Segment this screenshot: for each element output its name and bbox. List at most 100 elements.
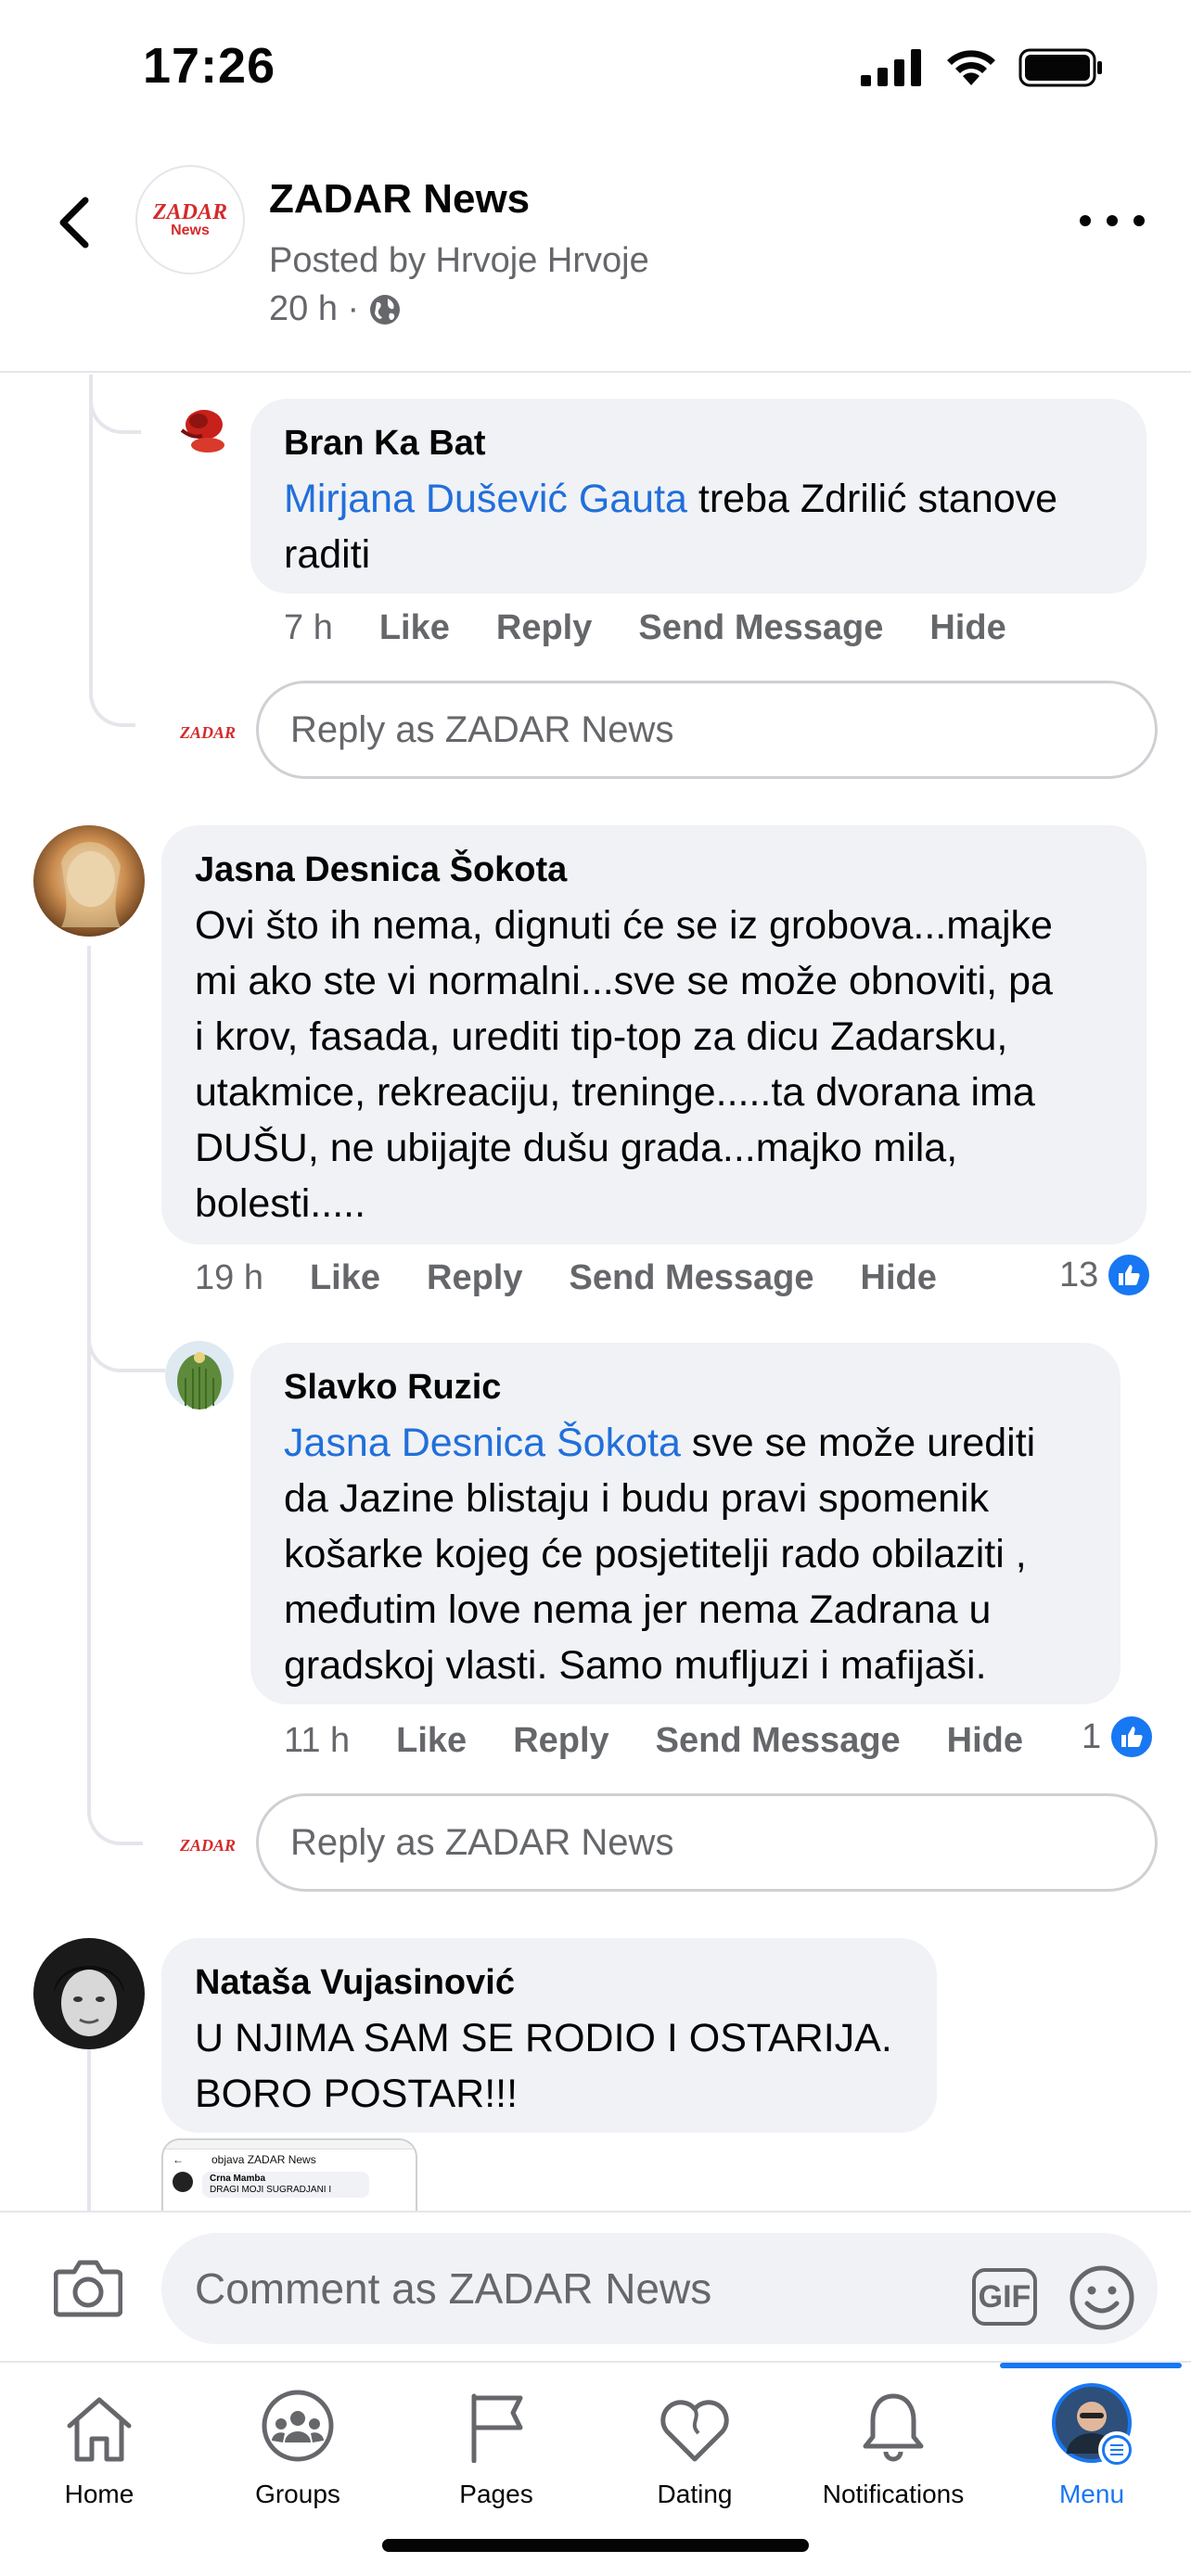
mention-link[interactable]: Mirjana Dušević Gauta xyxy=(284,477,687,521)
comment-text: U NJIMA SAM SE RODIO I OSTARIJA. BORO PO… xyxy=(195,2010,903,2122)
comment-text: Mirjana Dušević Gauta treba Zdrilić stan… xyxy=(284,471,1113,582)
comment-author[interactable]: Slavko Ruzic xyxy=(284,1365,1087,1409)
gif-button[interactable]: GIF xyxy=(972,2268,1037,2326)
comment-bubble[interactable]: Slavko Ruzic Jasna Desnica Šokota sve se… xyxy=(250,1343,1121,1704)
comment-bubble[interactable]: Nataša Vujasinović U NJIMA SAM SE RODIO … xyxy=(161,1938,937,2133)
profile-photo xyxy=(33,825,145,937)
send-message-button[interactable]: Send Message xyxy=(656,1721,901,1761)
comment-author[interactable]: Jasna Desnica Šokota xyxy=(195,848,1113,892)
reply-placeholder: Reply as ZADAR News xyxy=(290,1821,674,1863)
more-options-button[interactable] xyxy=(1080,202,1145,239)
reaction-count[interactable]: 1 xyxy=(1082,1714,1156,1760)
comment-line: i krov, fasada, urediti tip-top za dicu … xyxy=(195,1014,1008,1059)
send-message-button[interactable]: Send Message xyxy=(638,608,883,648)
tab-home[interactable]: Home xyxy=(0,2363,198,2511)
posted-by: Posted by Hrvoje Hrvoje xyxy=(269,241,649,280)
comment-author[interactable]: Nataša Vujasinović xyxy=(195,1960,903,2005)
reaction-number: 1 xyxy=(1082,1716,1102,1756)
page-avatar-small: ZADAR xyxy=(180,1835,237,1855)
bell-icon xyxy=(863,2393,924,2462)
status-time: 17:26 xyxy=(143,38,276,94)
avatar[interactable] xyxy=(33,825,145,937)
tab-pages[interactable]: Pages xyxy=(397,2363,596,2511)
heart-icon xyxy=(660,2400,729,2462)
avatar[interactable] xyxy=(33,1938,145,2049)
reply-button[interactable]: Reply xyxy=(513,1721,608,1761)
reply-button[interactable]: Reply xyxy=(496,608,592,648)
page-avatar[interactable]: ZADAR News xyxy=(135,165,245,274)
tab-label: Pages xyxy=(459,2480,533,2508)
comment-line: U NJIMA SAM SE RODIO I OSTARIJA. xyxy=(195,2016,892,2060)
like-button[interactable]: Like xyxy=(310,1258,380,1298)
avatar[interactable] xyxy=(173,402,232,462)
comment-bubble[interactable]: Bran Ka Bat Mirjana Dušević Gauta treba … xyxy=(250,399,1146,593)
hide-button[interactable]: Hide xyxy=(861,1258,937,1298)
comment-text: Jasna Desnica Šokota sve se može urediti… xyxy=(284,1415,1087,1693)
flag-icon xyxy=(471,2393,523,2463)
hide-button[interactable]: Hide xyxy=(947,1721,1023,1761)
comment-attachment-image[interactable]: ← objava ZADAR News Crna Mamba DRAGI MOJ… xyxy=(161,2138,417,2213)
comment-input[interactable]: Comment as ZADAR News GIF xyxy=(161,2233,1158,2344)
comment-actions: 7 h Like Reply Send Message Hide xyxy=(284,608,1006,648)
like-button[interactable]: Like xyxy=(396,1721,467,1761)
reaction-count[interactable]: 13 xyxy=(1059,1252,1153,1298)
mention-link[interactable]: Jasna Desnica Šokota xyxy=(284,1421,681,1465)
post-time-text: 20 h · xyxy=(269,289,360,328)
comment-line: BORO POSTAR!!! xyxy=(195,2072,519,2116)
tab-label: Menu xyxy=(1058,2480,1125,2508)
comment-actions: 19 h Like Reply Send Message Hide xyxy=(195,1258,937,1298)
avatar xyxy=(173,2172,193,2192)
comment-text-segment: treba Zdrilić stanove xyxy=(686,477,1058,521)
comment-line: međutim love nema jer nema Zadrana u xyxy=(284,1588,992,1632)
comment-bubble[interactable]: Jasna Desnica Šokota Ovi što ih nema, di… xyxy=(161,825,1146,1244)
like-reaction-icon xyxy=(1106,1252,1153,1298)
reply-input[interactable]: Reply as ZADAR News xyxy=(256,1793,1158,1892)
tab-label: Home xyxy=(64,2480,134,2508)
zadar-news-logo: ZADAR News xyxy=(152,200,227,238)
comment-line: košarke kojeg će posjetitelji rado obila… xyxy=(284,1532,1027,1576)
emoji-button[interactable] xyxy=(1069,2264,1135,2341)
post-time: 20 h · xyxy=(269,289,402,329)
home-icon xyxy=(67,2397,132,2462)
home-indicator xyxy=(382,2539,809,2552)
page-name[interactable]: ZADAR News xyxy=(269,176,530,223)
tab-groups[interactable]: Groups xyxy=(198,2363,397,2511)
post-header: ZADAR News ZADAR News Posted by Hrvoje H… xyxy=(0,148,1191,373)
reply-input[interactable]: Reply as ZADAR News xyxy=(256,681,1158,779)
like-button[interactable]: Like xyxy=(379,608,450,648)
comment-line: utakmice, rekreaciju, treninge.....ta dv… xyxy=(195,1070,1035,1115)
battery-icon xyxy=(1018,48,1102,87)
cactus-avatar-photo xyxy=(165,1341,234,1409)
comment-author[interactable]: Bran Ka Bat xyxy=(284,421,1113,465)
back-button[interactable] xyxy=(46,185,102,260)
dot-icon xyxy=(1080,215,1091,226)
comment-composer: Comment as ZADAR News GIF xyxy=(0,2211,1191,2361)
status-icons xyxy=(861,48,1104,87)
thread-line xyxy=(87,2049,91,2216)
cellular-signal-icon xyxy=(861,49,921,86)
wifi-icon xyxy=(947,50,995,85)
reply-button[interactable]: Reply xyxy=(427,1258,522,1298)
comment-line: da Jazine blistaju i budu pravi spomenik xyxy=(284,1476,990,1521)
dot-icon xyxy=(1107,215,1118,226)
comment-line: bolesti..... xyxy=(195,1181,366,1226)
comment-time: 11 h xyxy=(284,1721,351,1760)
camera-button[interactable] xyxy=(53,2257,123,2323)
avatar[interactable] xyxy=(165,1341,234,1409)
reaction-number: 13 xyxy=(1059,1255,1099,1294)
tab-notifications[interactable]: Notifications xyxy=(794,2363,992,2511)
thread-line xyxy=(87,946,143,1845)
chevron-left-icon xyxy=(59,197,89,249)
send-message-button[interactable]: Send Message xyxy=(570,1258,814,1298)
tab-dating[interactable]: Dating xyxy=(596,2363,794,2511)
like-reaction-icon xyxy=(1108,1714,1156,1760)
attachment-title: objava ZADAR News xyxy=(211,2153,316,2166)
comment-text-segment: sve se može urediti xyxy=(680,1421,1036,1465)
hide-button[interactable]: Hide xyxy=(929,608,1005,648)
smiley-icon xyxy=(1069,2265,1134,2330)
thread-connector xyxy=(87,1307,165,1372)
tab-menu[interactable]: Menu xyxy=(992,2363,1191,2511)
tab-label: Dating xyxy=(657,2480,733,2508)
attachment-text: DRAGI MOJI SUGRADJANI I xyxy=(210,2185,332,2195)
red-rose-avatar-icon xyxy=(180,410,224,453)
